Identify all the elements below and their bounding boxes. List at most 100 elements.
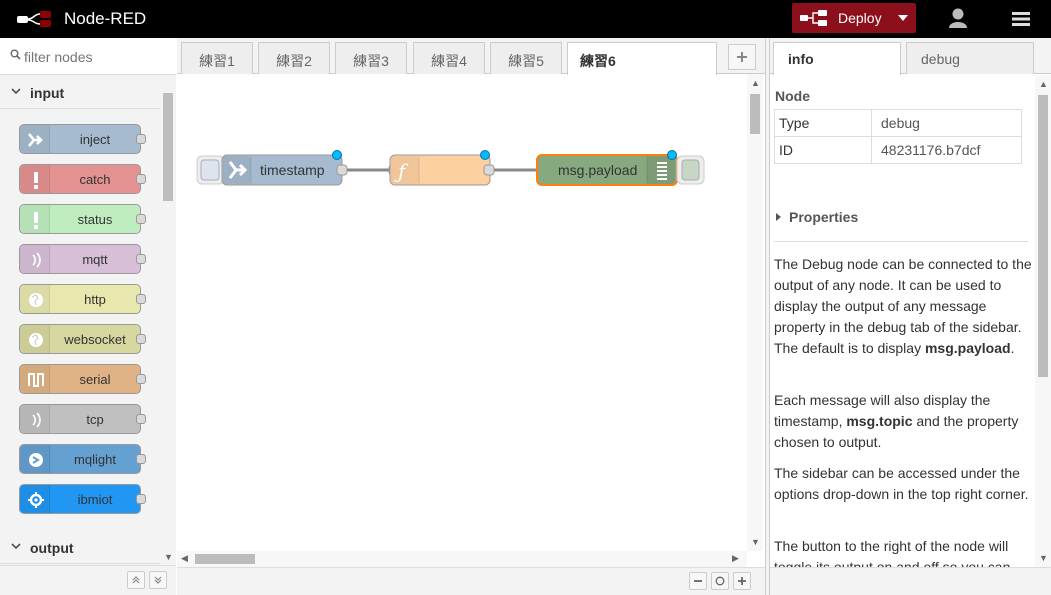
palette-scrollbar[interactable]: ▼ xyxy=(160,75,176,565)
collapse-all-button[interactable] xyxy=(127,571,145,589)
palette-category-input[interactable]: input xyxy=(0,77,160,109)
scrollbar-thumb[interactable] xyxy=(750,94,760,134)
palette-node-websocket[interactable]: websocket xyxy=(19,324,146,354)
palette-node-inject[interactable]: inject xyxy=(19,124,146,154)
tab-flow-2[interactable]: 練習2 xyxy=(258,42,330,74)
palette-node-label: catch xyxy=(79,172,111,187)
output-port[interactable] xyxy=(136,334,146,344)
scroll-up-arrow-icon[interactable]: ▲ xyxy=(1039,79,1048,89)
output-port[interactable] xyxy=(136,134,146,144)
scroll-left-arrow-icon[interactable]: ◀ xyxy=(181,553,188,564)
scroll-up-arrow-icon[interactable]: ▲ xyxy=(751,78,760,88)
chevron-down-icon xyxy=(11,88,21,95)
scrollbar-thumb[interactable] xyxy=(1038,95,1048,377)
tab-flow-4[interactable]: 練習4 xyxy=(413,42,485,74)
deploy-button[interactable]: Deploy xyxy=(792,3,916,33)
palette-node-mqlight[interactable]: mqlight xyxy=(19,444,146,474)
zoom-out-button[interactable] xyxy=(689,572,707,590)
tab-flow-1[interactable]: 練習1 xyxy=(181,42,253,74)
output-port[interactable] xyxy=(136,494,146,504)
help-paragraph: The Debug node can be connected to the o… xyxy=(774,254,1032,359)
node-section-title: Node xyxy=(775,88,810,104)
tab-flow-5[interactable]: 練習5 xyxy=(490,42,562,74)
deploy-icon xyxy=(800,10,827,26)
scrollbar-thumb[interactable] xyxy=(195,554,255,564)
palette-node-mqtt[interactable]: mqtt xyxy=(19,244,146,274)
tab-debug[interactable]: debug xyxy=(906,42,1034,74)
info-panel: Node Type debug ID 48231176.b7dcf Proper… xyxy=(770,75,1034,567)
output-port[interactable] xyxy=(136,414,146,424)
sidebar-scrollbar[interactable]: ▲ ▼ xyxy=(1035,75,1051,567)
output-port[interactable] xyxy=(136,454,146,464)
table-row: ID 48231176.b7dcf xyxy=(774,136,1022,164)
scroll-down-arrow-icon[interactable]: ▼ xyxy=(751,537,760,547)
node-icon-box xyxy=(20,325,50,353)
output-port[interactable] xyxy=(136,174,146,184)
workspace-horizontal-scrollbar[interactable]: ◀ ▶ xyxy=(177,551,747,567)
output-port[interactable] xyxy=(136,254,146,264)
double-chevron-up-icon xyxy=(132,576,140,584)
help-code: msg.topic xyxy=(846,413,913,429)
output-port[interactable] xyxy=(136,294,146,304)
tab-flow-3[interactable]: 練習3 xyxy=(335,42,407,74)
zoom-reset-button[interactable] xyxy=(711,572,729,590)
palette-node-catch[interactable]: catch xyxy=(19,164,146,194)
scroll-down-arrow-icon[interactable]: ▼ xyxy=(164,552,173,562)
palette-search xyxy=(0,38,176,75)
tab-flow-6[interactable]: 練習6 xyxy=(567,42,717,75)
workspace: 練習1 練習2 練習3 練習4 練習5 練習6 timestamp ƒ msg.… xyxy=(177,38,765,595)
scroll-right-arrow-icon[interactable]: ▶ xyxy=(732,553,739,564)
palette-node-label: inject xyxy=(79,132,111,147)
plus-icon xyxy=(738,577,746,585)
plus-icon xyxy=(737,52,747,62)
flow-node-timestamp[interactable]: timestamp xyxy=(196,150,348,186)
help-paragraph: The sidebar can be accessed under the op… xyxy=(774,463,1032,505)
flow-node-debug[interactable]: msg.payload xyxy=(536,150,705,186)
filter-nodes-input[interactable] xyxy=(24,47,164,67)
scroll-down-arrow-icon[interactable]: ▼ xyxy=(1039,553,1048,563)
flow-node-label: timestamp xyxy=(260,162,325,178)
add-flow-button[interactable] xyxy=(728,44,756,70)
node-icon-box xyxy=(20,485,50,513)
output-port[interactable] xyxy=(136,214,146,224)
palette-node-ibmiot[interactable]: ibmiot xyxy=(19,484,146,514)
palette-node-label: ibmiot xyxy=(77,492,113,507)
expand-all-button[interactable] xyxy=(149,571,167,589)
palette-node-tcp[interactable]: tcp xyxy=(19,404,146,434)
palette-node-serial[interactable]: serial xyxy=(19,364,146,394)
palette-node-label: http xyxy=(84,292,106,307)
user-menu-button[interactable] xyxy=(943,6,973,32)
serial-icon xyxy=(28,373,44,387)
properties-toggle[interactable]: Properties xyxy=(775,209,858,225)
palette-category-output[interactable]: output xyxy=(0,532,160,564)
chevron-down-icon[interactable] xyxy=(898,15,908,21)
flow-canvas[interactable]: timestamp ƒ msg.payload xyxy=(177,74,747,551)
help-paragraph: Each message will also display the times… xyxy=(774,390,1032,453)
node-icon-box xyxy=(20,205,50,233)
workspace-vertical-scrollbar[interactable]: ▲ ▼ xyxy=(747,74,763,551)
scrollbar-thumb[interactable] xyxy=(163,93,173,201)
app-logo: Node-RED xyxy=(16,8,146,30)
help-text: . xyxy=(1010,340,1015,356)
help-code: msg.payload xyxy=(924,340,1011,356)
tab-info[interactable]: info xyxy=(773,42,901,75)
node-icon-box xyxy=(20,445,50,473)
palette-node-http[interactable]: http xyxy=(19,284,146,314)
circle-icon xyxy=(715,576,725,586)
white-globe-icon xyxy=(29,293,43,307)
info-key: Type xyxy=(774,109,872,137)
palette-node-label: tcp xyxy=(86,412,104,427)
info-value: 48231176.b7dcf xyxy=(871,136,1022,164)
workspace-tabs: 練習1 練習2 練習3 練習4 練習5 練習6 xyxy=(177,38,765,75)
flow-node-function[interactable]: ƒ xyxy=(388,150,495,186)
main-menu-button[interactable] xyxy=(1006,6,1036,32)
palette-node-status[interactable]: status xyxy=(19,204,146,234)
output-port[interactable] xyxy=(136,374,146,384)
table-row: Type debug xyxy=(774,109,1022,137)
divider xyxy=(774,241,1028,242)
sidebar-footer xyxy=(770,567,1051,595)
zoom-in-button[interactable] xyxy=(733,572,751,590)
category-label: input xyxy=(30,85,65,101)
palette-node-label: mqlight xyxy=(74,452,116,467)
node-info-table: Type debug ID 48231176.b7dcf xyxy=(774,109,1022,164)
